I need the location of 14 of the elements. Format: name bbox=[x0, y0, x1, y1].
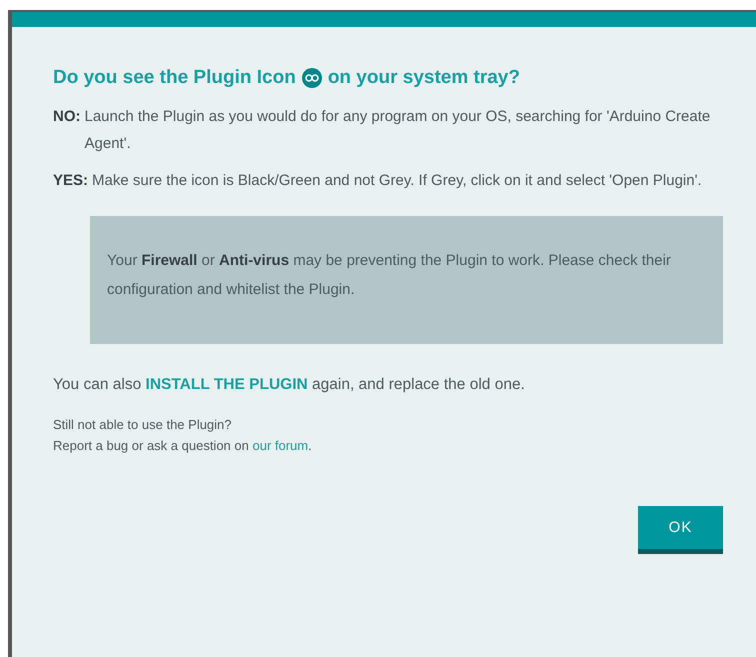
dialog-title: on your system tray? bbox=[328, 67, 520, 89]
answer-label: NO: bbox=[53, 107, 80, 127]
answer-text: Make sure the icon is Black/Green and not Grey. If Grey, click on it and select 'Open Plugin'. bbox=[92, 171, 702, 191]
install-link[interactable]: INSTALL THE PLUGIN bbox=[146, 376, 308, 393]
install-text: You can also INSTALL THE PLUGIN again, and replace the old one. bbox=[53, 376, 526, 394]
help-text: Report a bug or ask a question on our forum. bbox=[53, 437, 313, 455]
answer-label: YES: bbox=[53, 171, 88, 191]
answer-text: Launch the Plugin as you would do for any program on your OS, searching for 'Arduino Create Agent'. bbox=[84, 107, 712, 154]
infinity-icon bbox=[302, 68, 322, 88]
dialog-title: Do you see the Plugin Icon bbox=[53, 67, 296, 89]
help-text: Still not able to use the Plugin? bbox=[53, 416, 233, 434]
warning-notice: Your Firewall or Anti-virus may be preventing the Plugin to work. Please check their configuration and whitelist the Plugin. bbox=[90, 216, 723, 344]
ok-button[interactable]: OK bbox=[638, 506, 723, 554]
forum-link[interactable]: our forum bbox=[252, 438, 308, 453]
